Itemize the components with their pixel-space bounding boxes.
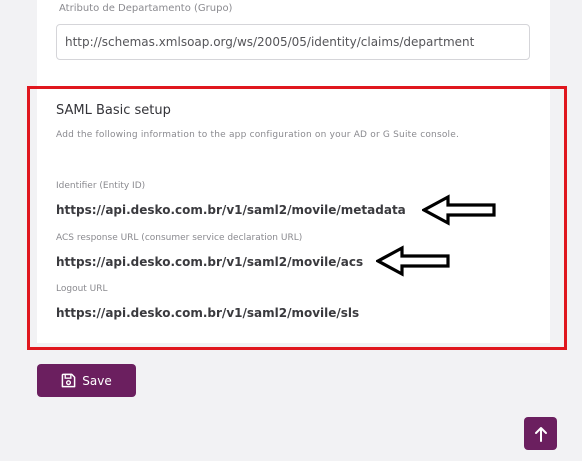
entity-id-label: Identifier (Entity ID) <box>56 181 146 191</box>
logout-url-value: https://api.desko.com.br/v1/saml2/movile… <box>56 306 360 320</box>
save-button[interactable]: Save <box>37 364 136 397</box>
arrow-up-icon <box>534 426 547 442</box>
department-attribute-input[interactable] <box>56 24 530 60</box>
acs-url-value: https://api.desko.com.br/v1/saml2/movile… <box>56 255 364 269</box>
scroll-to-top-button[interactable] <box>524 417 557 450</box>
department-attribute-label: Atributo de Departamento (Grupo) <box>59 3 233 14</box>
entity-id-value: https://api.desko.com.br/v1/saml2/movile… <box>56 203 406 217</box>
left-arrow-icon <box>422 194 496 226</box>
floppy-disk-icon <box>61 373 76 388</box>
save-button-label: Save <box>82 373 112 388</box>
left-arrow-icon <box>376 245 450 277</box>
logout-url-label: Logout URL <box>56 284 108 294</box>
acs-url-label: ACS response URL (consumer service decla… <box>56 233 303 243</box>
saml-section-description: Add the following information to the app… <box>56 130 460 140</box>
saml-section-title: SAML Basic setup <box>56 103 171 118</box>
